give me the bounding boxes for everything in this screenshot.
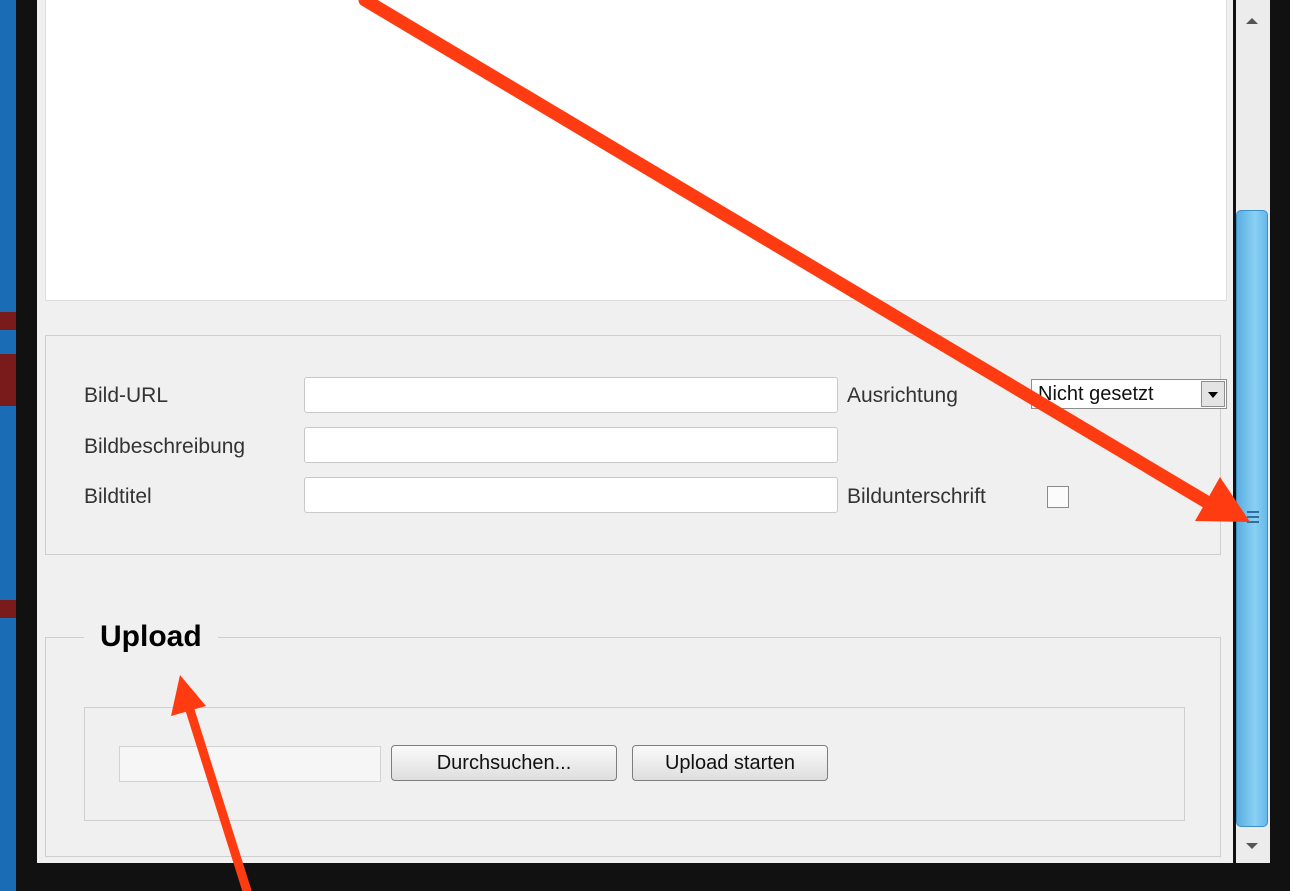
image-preview-area [45, 0, 1227, 301]
background-mark [0, 600, 16, 618]
scrollbar-thumb[interactable] [1236, 210, 1268, 827]
alignment-select[interactable]: Nicht gesetzt [1031, 379, 1227, 409]
vertical-scrollbar[interactable] [1236, 0, 1270, 863]
image-url-label: Bild-URL [84, 384, 169, 407]
dropdown-arrow-icon[interactable] [1201, 381, 1225, 407]
scroll-up-icon[interactable] [1246, 18, 1258, 24]
background-mark [0, 354, 16, 406]
alignment-label: Ausrichtung [847, 384, 958, 407]
alignment-selected-value: Nicht gesetzt [1038, 383, 1154, 405]
image-description-label: Bildbeschreibung [84, 435, 246, 458]
browse-button[interactable]: Durchsuchen... [391, 745, 617, 781]
background-mark [0, 312, 16, 330]
image-title-input[interactable] [304, 477, 838, 513]
file-path-field[interactable] [119, 746, 381, 782]
scroll-grip-icon [1247, 516, 1259, 518]
image-properties-panel: Bild-URL Ausrichtung Nicht gesetzt Bildb… [45, 335, 1227, 555]
scroll-grip-icon [1247, 521, 1259, 523]
scroll-down-icon[interactable] [1246, 843, 1258, 849]
image-description-input[interactable] [304, 427, 838, 463]
upload-row: Durchsuchen... Upload starten [84, 707, 1185, 821]
caption-checkbox[interactable] [1047, 486, 1069, 508]
caption-label: Bildunterschrift [847, 485, 986, 508]
image-title-label: Bildtitel [84, 485, 152, 508]
image-url-input[interactable] [304, 377, 838, 413]
image-dialog: Bild-URL Ausrichtung Nicht gesetzt Bildb… [37, 0, 1233, 863]
start-upload-button[interactable]: Upload starten [632, 745, 828, 781]
scroll-grip-icon [1247, 511, 1259, 513]
upload-legend: Upload [100, 620, 202, 653]
upload-section: Upload Durchsuchen... Upload starten [45, 620, 1221, 857]
